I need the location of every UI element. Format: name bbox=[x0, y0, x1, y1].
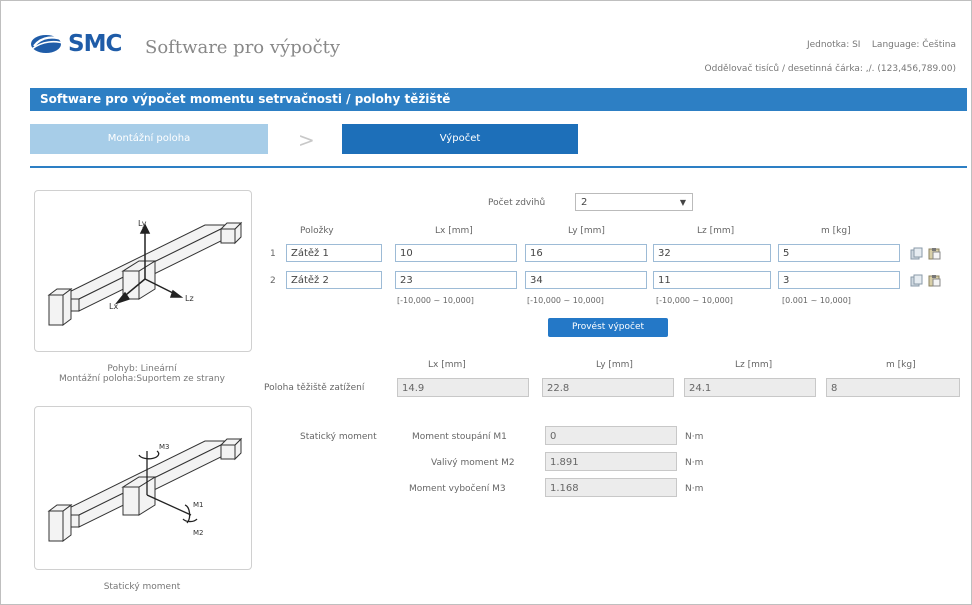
mounting-caption: Pohyb: Lineární Montážní poloha:Suportem… bbox=[34, 364, 250, 384]
row-1-m-input[interactable]: 5 bbox=[778, 244, 900, 262]
axis-m3-label: M3 bbox=[159, 443, 170, 451]
cog-m-value: 8 bbox=[826, 378, 960, 397]
count-select[interactable]: 2 ▼ bbox=[575, 193, 693, 211]
smc-logo: SMC bbox=[30, 30, 122, 58]
step-arrow-icon: > bbox=[298, 128, 315, 152]
copy-icon[interactable] bbox=[910, 247, 923, 260]
moment-m1-unit: N·m bbox=[685, 432, 704, 442]
axis-lz-label: Lz bbox=[185, 294, 194, 303]
moment-m3-value: 1.168 bbox=[545, 478, 677, 497]
step-calculation[interactable]: Výpočet bbox=[342, 124, 578, 154]
static-moment-caption: Statický moment bbox=[103, 582, 181, 592]
cog-label: Poloha těžiště zatížení bbox=[264, 383, 365, 393]
linear-guide-axes-illustration: Ly Lz Lx bbox=[47, 219, 243, 326]
count-label: Počet zdvihů bbox=[488, 198, 546, 208]
static-moment-label: Statický moment bbox=[300, 432, 377, 442]
unit-label: Jednotka: SI bbox=[806, 40, 861, 50]
copy-icon[interactable] bbox=[910, 274, 923, 287]
moment-m1-label: Moment stoupání M1 bbox=[412, 432, 507, 442]
smc-logo-icon bbox=[31, 35, 66, 53]
cog-col-lz: Lz [mm] bbox=[735, 360, 773, 370]
range-lz: [-10,000 ~ 10,000] bbox=[656, 296, 733, 305]
moment-m3-label: Moment vybočení M3 bbox=[409, 484, 506, 494]
row-2-m-input[interactable]: 3 bbox=[778, 271, 900, 289]
col-m: m [kg] bbox=[821, 226, 851, 236]
static-moment-diagram-box: M3 M1 M2 bbox=[34, 406, 252, 570]
col-lx: Lx [mm] bbox=[435, 226, 473, 236]
cog-lz-value: 24.1 bbox=[684, 378, 816, 397]
brand-name: SMC bbox=[68, 31, 122, 57]
row-number: 2 bbox=[270, 276, 276, 286]
divider bbox=[30, 166, 967, 168]
row-2-ly-input[interactable]: 34 bbox=[525, 271, 647, 289]
axis-m2-label: M2 bbox=[193, 529, 204, 537]
moment-m2-label: Valivý moment M2 bbox=[431, 458, 515, 468]
moment-m1-value: 0 bbox=[545, 426, 677, 445]
step-mounting-position[interactable]: Montážní poloha bbox=[30, 124, 268, 154]
separator-setting[interactable]: Oddělovač tisíců / desetinná čárka: ,/. … bbox=[705, 64, 956, 74]
range-ly: [-10,000 ~ 10,000] bbox=[527, 296, 604, 305]
motion-text: Pohyb: Lineární bbox=[107, 364, 177, 374]
page-title: Software pro výpočet momentu setrvačnost… bbox=[30, 88, 967, 111]
row-1-lx-input[interactable]: 10 bbox=[395, 244, 517, 262]
paste-icon[interactable] bbox=[928, 274, 941, 287]
language-selector[interactable]: Language: Čeština bbox=[872, 40, 956, 50]
moment-m3-unit: N·m bbox=[685, 484, 704, 494]
range-lx: [-10,000 ~ 10,000] bbox=[397, 296, 474, 305]
cog-col-lx: Lx [mm] bbox=[428, 360, 466, 370]
cog-col-m: m [kg] bbox=[886, 360, 916, 370]
mounting-text: Montážní poloha:Suportem ze strany bbox=[59, 374, 225, 384]
cog-col-ly: Ly [mm] bbox=[596, 360, 633, 370]
moment-m2-unit: N·m bbox=[685, 458, 704, 468]
static-moment-illustration: M3 M1 M2 bbox=[47, 437, 243, 542]
row-2-lx-input[interactable]: 23 bbox=[395, 271, 517, 289]
axis-m1-label: M1 bbox=[193, 501, 204, 509]
range-m: [0.001 ~ 10,000] bbox=[782, 296, 851, 305]
calculate-button[interactable]: Provést výpočet bbox=[548, 318, 668, 337]
col-items: Položky bbox=[300, 226, 334, 236]
unit-language-bar: Jednotka: SI Language: Čeština bbox=[807, 40, 956, 50]
moment-m2-value: 1.891 bbox=[545, 452, 677, 471]
axis-ly-label: Ly bbox=[138, 219, 147, 228]
cog-lx-value: 14.9 bbox=[397, 378, 529, 397]
mounting-diagram-box: Ly Lz Lx bbox=[34, 190, 252, 352]
col-lz: Lz [mm] bbox=[697, 226, 735, 236]
row-number: 1 bbox=[270, 249, 276, 259]
cog-ly-value: 22.8 bbox=[542, 378, 674, 397]
axis-lx-label: Lx bbox=[109, 302, 118, 311]
count-select-value: 2 bbox=[581, 197, 588, 208]
app-title: Software pro výpočty bbox=[145, 37, 341, 58]
row-1-lz-input[interactable]: 32 bbox=[653, 244, 771, 262]
col-ly: Ly [mm] bbox=[568, 226, 605, 236]
dropdown-arrow-icon: ▼ bbox=[679, 198, 686, 207]
row-2-name-input[interactable]: Zátěž 2 bbox=[286, 271, 382, 289]
paste-icon[interactable] bbox=[928, 247, 941, 260]
row-1-name-input[interactable]: Zátěž 1 bbox=[286, 244, 382, 262]
row-2-lz-input[interactable]: 11 bbox=[653, 271, 771, 289]
row-1-ly-input[interactable]: 16 bbox=[525, 244, 647, 262]
